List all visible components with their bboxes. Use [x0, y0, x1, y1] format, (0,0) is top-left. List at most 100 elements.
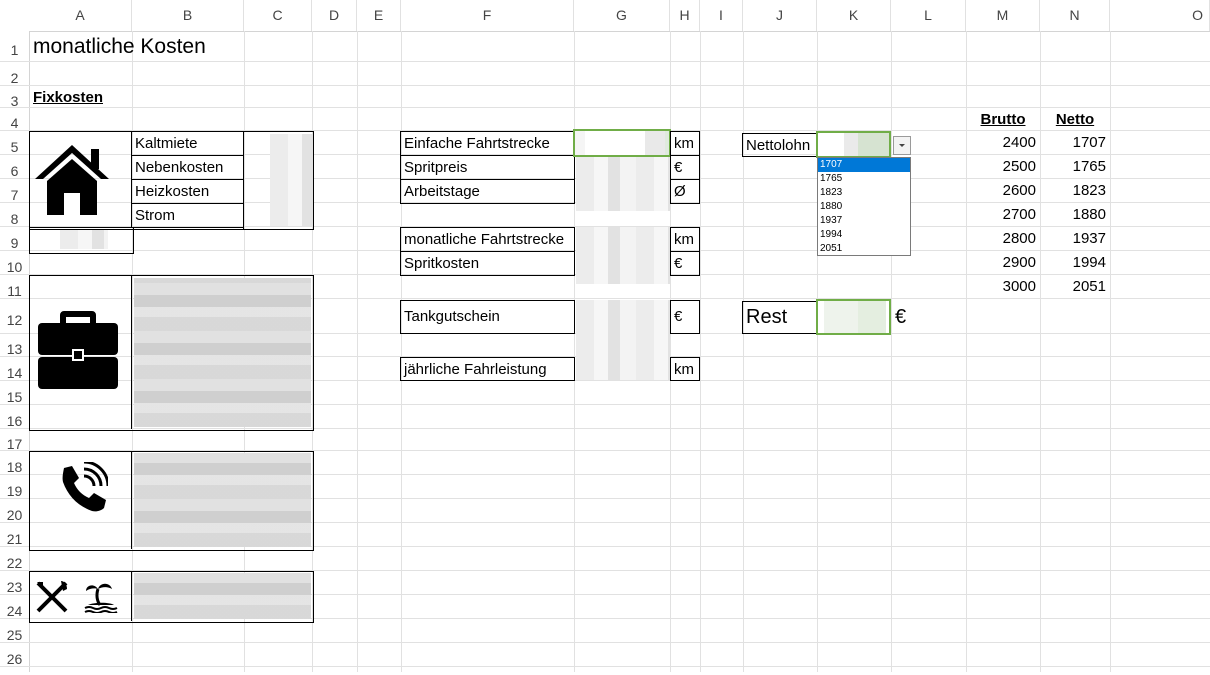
dropdown-option[interactable]: 1707 — [818, 158, 910, 172]
grid-line-h — [29, 666, 1210, 667]
col-header-k[interactable]: K — [817, 0, 891, 31]
dropdown-option[interactable]: 2051 — [818, 242, 910, 256]
salary-brutto-cell[interactable]: 2600 — [966, 179, 1040, 203]
row-header-25[interactable]: 25 — [0, 619, 29, 643]
salary-brutto-cell[interactable]: 2500 — [966, 155, 1040, 179]
dropdown-arrow-button[interactable] — [893, 136, 911, 155]
col-header-g[interactable]: G — [574, 0, 670, 31]
row-header-19[interactable]: 19 — [0, 475, 29, 499]
fuel-price-label[interactable]: Spritpreis — [400, 155, 575, 180]
col-header-i[interactable]: I — [700, 0, 743, 31]
housing-item-heizkosten[interactable]: Heizkosten — [131, 179, 244, 204]
salary-brutto-cell[interactable]: 2800 — [966, 227, 1040, 251]
fuel-price-unit[interactable]: € — [670, 155, 700, 180]
dropdown-option[interactable]: 1994 — [818, 228, 910, 242]
island-icon — [84, 579, 118, 614]
salary-netto-cell[interactable]: 1707 — [1040, 131, 1110, 155]
col-header-a[interactable]: A — [29, 0, 132, 31]
salary-brutto-cell[interactable]: 2900 — [966, 251, 1040, 275]
salary-header-netto[interactable]: Netto — [1040, 108, 1110, 132]
row-header-21[interactable]: 21 — [0, 523, 29, 547]
dropdown-option[interactable]: 1937 — [818, 214, 910, 228]
fixkosten-heading[interactable]: Fixkosten — [30, 86, 103, 108]
work-divider — [131, 275, 132, 429]
row-header-3[interactable]: 3 — [0, 86, 29, 109]
rest-value-cell[interactable] — [816, 299, 891, 335]
dropdown-option[interactable]: 1823 — [818, 186, 910, 200]
monthly-distance-label[interactable]: monatliche Fahrtstrecke — [400, 227, 575, 252]
salary-header-brutto[interactable]: Brutto — [966, 108, 1040, 132]
salary-netto-cell[interactable]: 1765 — [1040, 155, 1110, 179]
row-header-14[interactable]: 14 — [0, 357, 29, 381]
one-way-unit[interactable]: km — [670, 131, 700, 156]
housing-item-kaltmiete[interactable]: Kaltmiete — [131, 131, 244, 156]
net-wage-label[interactable]: Nettolohn — [742, 133, 818, 157]
row-header-15[interactable]: 15 — [0, 381, 29, 405]
row-header-18[interactable]: 18 — [0, 451, 29, 475]
fuel-voucher-unit[interactable]: € — [670, 300, 700, 334]
fuel-voucher-label[interactable]: Tankgutschein — [400, 300, 575, 334]
col-header-n[interactable]: N — [1040, 0, 1110, 31]
row-header-17[interactable]: 17 — [0, 429, 29, 452]
fuel-cost-unit[interactable]: € — [670, 251, 700, 276]
net-wage-dropdown-list[interactable]: 1707 1765 1823 1880 1937 1994 2051 — [817, 157, 911, 256]
salary-brutto-cell[interactable]: 2400 — [966, 131, 1040, 155]
col-header-e[interactable]: E — [357, 0, 401, 31]
annual-mileage-label[interactable]: jährliche Fahrleistung — [400, 357, 575, 381]
fuel-cost-label[interactable]: Spritkosten — [400, 251, 575, 276]
dropdown-option[interactable]: 1765 — [818, 172, 910, 186]
net-wage-dropdown-cell[interactable] — [816, 131, 891, 158]
housing-item-nebenkosten[interactable]: Nebenkosten — [131, 155, 244, 180]
row-header-20[interactable]: 20 — [0, 499, 29, 523]
row-header-10[interactable]: 10 — [0, 251, 29, 275]
row-header-23[interactable]: 23 — [0, 571, 29, 595]
row-header-11[interactable]: 11 — [0, 275, 29, 299]
row-header-16[interactable]: 16 — [0, 405, 29, 429]
page-title[interactable]: monatliche Kosten — [30, 34, 206, 60]
row-header-5[interactable]: 5 — [0, 131, 29, 155]
select-all-corner[interactable] — [0, 0, 30, 32]
rest-label[interactable]: Rest — [742, 301, 818, 334]
communication-divider — [131, 451, 132, 549]
row-header-13[interactable]: 13 — [0, 334, 29, 357]
workdays-unit[interactable]: Ø — [670, 179, 700, 204]
row-header-2[interactable]: 2 — [0, 62, 29, 86]
row-header-7[interactable]: 7 — [0, 179, 29, 203]
salary-brutto-cell[interactable]: 3000 — [966, 275, 1040, 299]
salary-netto-cell[interactable]: 1994 — [1040, 251, 1110, 275]
row-header-6[interactable]: 6 — [0, 155, 29, 179]
row-header-22[interactable]: 22 — [0, 547, 29, 571]
col-header-b[interactable]: B — [132, 0, 244, 31]
salary-netto-cell[interactable]: 1937 — [1040, 227, 1110, 251]
col-header-c[interactable]: C — [244, 0, 312, 31]
row-header-4[interactable]: 4 — [0, 108, 29, 131]
col-header-l[interactable]: L — [891, 0, 966, 31]
row-header-12[interactable]: 12 — [0, 299, 29, 334]
row-header-9[interactable]: 9 — [0, 227, 29, 251]
dropdown-arrow-icon — [899, 144, 905, 147]
annual-mileage-unit[interactable]: km — [670, 357, 700, 381]
row-header-1[interactable]: 1 — [0, 31, 29, 62]
col-header-o[interactable]: O — [1110, 0, 1210, 31]
workdays-label[interactable]: Arbeitstage — [400, 179, 575, 204]
row-header-8[interactable]: 8 — [0, 203, 29, 227]
col-header-h[interactable]: H — [670, 0, 700, 31]
one-way-distance-label[interactable]: Einfache Fahrtstrecke — [400, 131, 575, 156]
salary-netto-cell[interactable]: 1823 — [1040, 179, 1110, 203]
grid-line-v — [357, 31, 358, 672]
dropdown-option[interactable]: 1880 — [818, 200, 910, 214]
col-header-d[interactable]: D — [312, 0, 357, 31]
monthly-distance-unit[interactable]: km — [670, 227, 700, 252]
col-header-j[interactable]: J — [743, 0, 817, 31]
col-header-f[interactable]: F — [401, 0, 574, 31]
housing-item-strom[interactable]: Strom — [131, 203, 244, 228]
row-header-24[interactable]: 24 — [0, 595, 29, 619]
row-header-26[interactable]: 26 — [0, 643, 29, 667]
column-headers: A B C D E F G H I J K L M N O — [29, 0, 1210, 32]
housing-value-redacted — [270, 134, 312, 226]
col-header-m[interactable]: M — [966, 0, 1040, 31]
salary-netto-cell[interactable]: 1880 — [1040, 203, 1110, 227]
salary-netto-cell[interactable]: 2051 — [1040, 275, 1110, 299]
one-way-distance-input[interactable] — [573, 129, 671, 157]
salary-brutto-cell[interactable]: 2700 — [966, 203, 1040, 227]
